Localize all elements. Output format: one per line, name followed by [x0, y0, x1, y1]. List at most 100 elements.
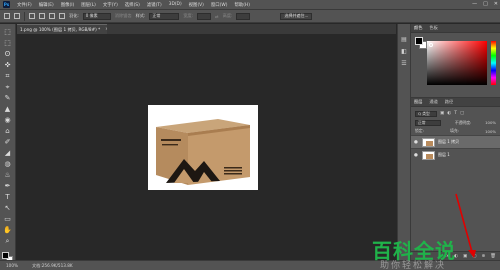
opacity-value[interactable]: 100%: [485, 120, 496, 125]
select-and-mask-button[interactable]: 选择并遮住...: [280, 12, 313, 20]
separator: [24, 11, 25, 21]
visibility-eye-icon[interactable]: ●: [414, 140, 419, 145]
layer-filter-row: Q 类型 ▣ ◐ T ▢: [411, 109, 500, 118]
zoom-level[interactable]: 100%: [6, 263, 18, 268]
height-label: 高度:: [222, 13, 233, 18]
antialias-checkbox[interactable]: 消除锯齿: [115, 13, 132, 19]
gradient-tool-icon[interactable]: ◢: [3, 149, 12, 158]
clone-stamp-tool-icon[interactable]: ◉: [3, 116, 12, 125]
quick-select-tool-icon[interactable]: ✜: [3, 61, 12, 70]
type-filter-icon[interactable]: T: [454, 111, 457, 116]
subtract-selection-icon[interactable]: [49, 13, 55, 19]
path-select-tool-icon[interactable]: ↖: [3, 204, 12, 213]
menu-select[interactable]: 选择(S): [125, 2, 140, 8]
tab-row-background: [107, 24, 396, 34]
tab-paths[interactable]: 路径: [445, 99, 453, 105]
cardboard-box-image: [156, 119, 250, 185]
rectangle-tool-icon[interactable]: ▭: [3, 215, 12, 224]
crop-tool-icon[interactable]: ⌗: [3, 72, 12, 81]
eyedropper-tool-icon[interactable]: ⌖: [3, 83, 12, 92]
document-canvas[interactable]: [148, 105, 258, 190]
layer-row[interactable]: ● 图层 1 拷贝: [411, 135, 500, 148]
lasso-tool-icon[interactable]: ʘ: [3, 50, 12, 59]
layer-thumbnail: [422, 137, 435, 147]
panel-icon-strip: ▤ ◧ ☰: [397, 24, 411, 260]
menu-edit[interactable]: 编辑(E): [39, 2, 54, 8]
eraser-tool-icon[interactable]: ✐: [3, 138, 12, 147]
swap-icon[interactable]: ⇄: [215, 14, 219, 19]
lock-label: 锁定:: [415, 128, 424, 133]
watermark-subtitle: 助你轻松解决: [380, 261, 447, 270]
menu-3d[interactable]: 3D(D): [169, 2, 182, 7]
move-tool-icon[interactable]: ⬚: [3, 28, 12, 37]
layer-name[interactable]: 图层 1 拷贝: [438, 139, 459, 145]
intersect-selection-icon[interactable]: [59, 13, 65, 19]
tab-channels[interactable]: 通道: [429, 99, 437, 105]
menu-window[interactable]: 窗口(W): [211, 2, 228, 8]
fill-value[interactable]: 100%: [485, 129, 496, 134]
layer-name[interactable]: 图层 1: [438, 152, 450, 158]
delete-layer-icon[interactable]: 🗑: [490, 254, 496, 259]
tab-color[interactable]: 颜色: [414, 25, 422, 31]
hue-slider[interactable]: [491, 41, 496, 85]
menu-help[interactable]: 帮助(H): [234, 2, 250, 8]
adjustments-panel-icon[interactable]: ☰: [401, 60, 406, 67]
style-label: 样式:: [135, 13, 146, 18]
zoom-tool-icon[interactable]: ⌕: [3, 237, 12, 246]
maximize-button[interactable]: □: [483, 1, 488, 7]
menu-view[interactable]: 视图(V): [189, 2, 204, 8]
menu-file[interactable]: 文件(F): [17, 2, 32, 8]
saturation-field[interactable]: [427, 41, 487, 85]
healing-brush-tool-icon[interactable]: ✎: [3, 94, 12, 103]
history-panel-icon[interactable]: ▤: [401, 36, 407, 43]
style-select[interactable]: 正常: [149, 12, 180, 20]
close-window-button[interactable]: ✕: [494, 1, 498, 7]
pen-tool-icon[interactable]: ✒: [3, 182, 12, 191]
adjustment-filter-icon[interactable]: ◐: [447, 111, 451, 116]
menu-filter[interactable]: 滤镜(T): [147, 2, 162, 8]
color-panel-foreground[interactable]: [415, 37, 423, 45]
height-input[interactable]: [236, 12, 251, 20]
color-panel-swatches[interactable]: [415, 37, 427, 49]
add-selection-icon[interactable]: [39, 13, 45, 19]
feather-label: 羽化:: [69, 13, 79, 18]
feather-input[interactable]: 0 像素: [82, 12, 111, 20]
tab-layers[interactable]: 图层: [414, 99, 422, 105]
layers-panel-tabs: 图层 通道 路径: [411, 98, 500, 107]
menu-type[interactable]: 文字(Y): [103, 2, 118, 8]
lock-row: 锁定: 填充: 100%: [411, 127, 500, 135]
foreground-color-swatch[interactable]: [1, 252, 9, 259]
width-input[interactable]: [197, 12, 212, 20]
tools-panel: ⬚ ⬚ ʘ ✜ ⌗ ⌖ ✎ ▲ ◉ ⌂ ✐ ◢ ◍ ♨ ✒ T ↖ ▭ ✋ ⌕: [0, 24, 16, 263]
history-brush-tool-icon[interactable]: ⌂: [3, 127, 12, 136]
type-tool-icon[interactable]: T: [3, 193, 12, 202]
marquee-tool-icon[interactable]: ⬚: [3, 39, 12, 48]
color-picker-handle[interactable]: [429, 43, 433, 47]
window-controls: — □ ✕: [472, 1, 498, 7]
blend-mode-select[interactable]: 正常: [415, 119, 441, 126]
shape-filter-icon[interactable]: ▢: [460, 111, 464, 116]
new-selection-icon[interactable]: [29, 13, 35, 19]
brush-tool-icon[interactable]: ▲: [3, 105, 12, 114]
options-bar: 羽化: 0 像素 消除锯齿 样式: 正常 宽度: ⇄ 高度: 选择并遮住...: [0, 9, 500, 23]
blur-tool-icon[interactable]: ◍: [3, 160, 12, 169]
home-icon[interactable]: [4, 13, 10, 19]
menu-layer[interactable]: 图层(L): [81, 2, 96, 8]
layer-kind-filter[interactable]: Q 类型: [415, 110, 437, 117]
menu-bar: Ps 文件(F) 编辑(E) 图像(I) 图层(L) 文字(Y) 选择(S) 滤…: [0, 0, 500, 9]
layer-row[interactable]: ● 图层 1: [411, 148, 500, 161]
document-tab[interactable]: 1.png @ 100% (图层 1 拷贝, RGB/8#) * ×: [17, 24, 109, 34]
tab-swatches[interactable]: 色板: [429, 25, 437, 31]
hand-tool-icon[interactable]: ✋: [3, 226, 12, 235]
color-swatches[interactable]: [1, 252, 14, 263]
minimize-button[interactable]: —: [472, 1, 477, 7]
dodge-tool-icon[interactable]: ♨: [3, 171, 12, 180]
document-info[interactable]: 文档:256.9K/513.8K: [32, 263, 73, 269]
color-picker[interactable]: [411, 33, 500, 95]
pixel-filter-icon[interactable]: ▣: [440, 111, 444, 116]
visibility-eye-icon[interactable]: ●: [414, 153, 419, 158]
menu-image[interactable]: 图像(I): [61, 2, 75, 8]
photoshop-logo: Ps: [3, 1, 10, 8]
properties-panel-icon[interactable]: ◧: [401, 48, 407, 55]
marquee-preset-icon[interactable]: [14, 13, 20, 19]
